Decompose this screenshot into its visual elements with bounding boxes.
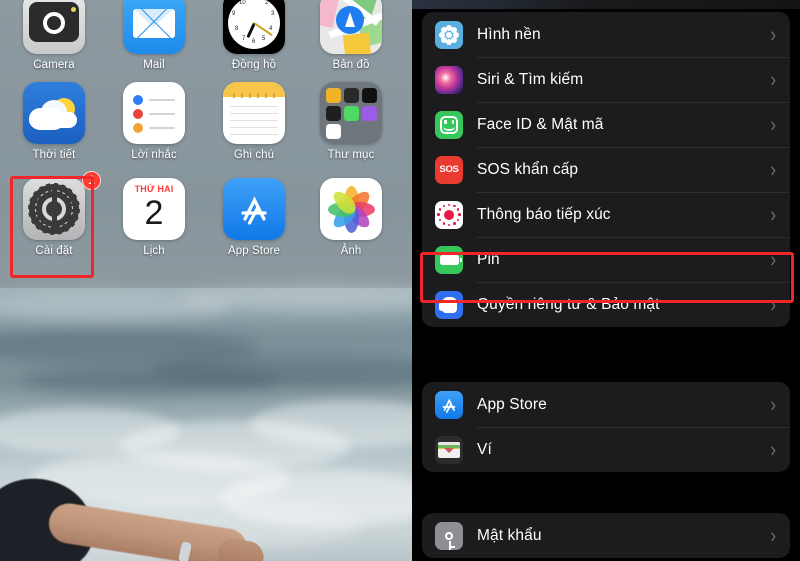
- app-mail[interactable]: Mail: [105, 0, 203, 71]
- app-label: Camera: [33, 59, 75, 71]
- calendar-day: 2: [144, 194, 164, 232]
- battery-icon: [435, 245, 463, 274]
- settings-row-label: Ví: [477, 440, 492, 458]
- settings-row-label: SOS khẩn cấp: [477, 160, 579, 178]
- chevron-right-icon: ›: [770, 112, 776, 137]
- settings-row-label: Hình nền: [477, 25, 541, 43]
- app-label: Đồng hồ: [231, 59, 277, 71]
- photos-icon: [320, 178, 382, 240]
- ios-home-screen: Camera Mail 10 2 93 84 765 Đồng hồ Bản đ…: [0, 0, 412, 561]
- settings-row-face-id[interactable]: Face ID & Mật mã ›: [422, 102, 790, 147]
- settings-row-wallet[interactable]: Ví ›: [422, 427, 790, 472]
- settings-group-store: App Store › Ví ›: [422, 382, 790, 472]
- settings-row-label: App Store: [477, 395, 547, 413]
- clock-icon: 10 2 93 84 765: [223, 0, 285, 54]
- settings-row-wallpaper[interactable]: Hình nền ›: [422, 12, 790, 57]
- chevron-right-icon: ›: [770, 22, 776, 47]
- settings-gear-icon: [23, 178, 85, 240]
- app-store-icon: [435, 390, 463, 419]
- mail-icon: [123, 0, 185, 54]
- chevron-right-icon: ›: [770, 157, 776, 182]
- chevron-right-icon: ›: [770, 67, 776, 92]
- app-folder[interactable]: Thư mục: [302, 82, 400, 161]
- privacy-hand-icon: [435, 290, 463, 319]
- notes-icon: [223, 82, 285, 144]
- face-id-icon: [435, 110, 463, 139]
- folder-icon: [320, 82, 382, 144]
- wallet-icon: [435, 435, 463, 464]
- sos-icon-text: SOS: [439, 164, 459, 175]
- app-label: App Store: [227, 245, 281, 257]
- exposure-notification-icon: [435, 200, 463, 229]
- app-label: Thư mục: [327, 149, 375, 161]
- app-app-store[interactable]: App Store: [205, 178, 303, 257]
- settings-row-battery[interactable]: Pin ›: [422, 237, 790, 282]
- wallpaper-icon: [435, 20, 463, 49]
- passwords-key-icon: [435, 521, 463, 550]
- settings-row-label: Siri & Tìm kiếm: [477, 70, 584, 88]
- app-calendar[interactable]: THỨ HAI 2 Lịch: [105, 178, 203, 257]
- chevron-right-icon: ›: [770, 437, 776, 462]
- maps-icon: [320, 0, 382, 54]
- app-label: Cài đặt: [35, 245, 73, 257]
- app-label: Mail: [143, 59, 165, 71]
- chevron-right-icon: ›: [770, 202, 776, 227]
- app-notes[interactable]: Ghi chú: [205, 82, 303, 161]
- reminders-icon: [123, 82, 185, 144]
- app-maps[interactable]: Bản đồ: [302, 0, 400, 71]
- settings-row-label: Face ID & Mật mã: [477, 115, 604, 133]
- siri-icon: [435, 65, 463, 94]
- settings-row-label: Pin: [477, 250, 500, 268]
- app-grid: Camera Mail 10 2 93 84 765 Đồng hồ Bản đ…: [0, 0, 412, 300]
- calendar-icon: THỨ HAI 2: [123, 178, 185, 240]
- settings-group-primary: Hình nền › Siri & Tìm kiếm › Face ID & M…: [422, 12, 790, 327]
- settings-panel: Hình nền › Siri & Tìm kiếm › Face ID & M…: [412, 0, 800, 561]
- app-label: Ảnh: [340, 245, 362, 257]
- app-label: Bản đồ: [332, 59, 370, 71]
- app-settings[interactable]: 1 Cài đặt: [5, 171, 103, 257]
- chevron-right-icon: ›: [770, 523, 776, 548]
- settings-row-label: Thông báo tiếp xúc: [477, 205, 611, 223]
- app-weather[interactable]: Thời tiết: [5, 82, 103, 161]
- settings-row-label: Mật khẩu: [477, 526, 542, 544]
- sos-icon: SOS: [435, 155, 463, 184]
- camera-icon: [23, 0, 85, 54]
- chevron-right-icon: ›: [770, 292, 776, 317]
- chevron-right-icon: ›: [770, 247, 776, 272]
- app-label: Lời nhắc: [131, 149, 177, 161]
- settings-row-passwords[interactable]: Mật khẩu ›: [422, 513, 790, 558]
- app-photos[interactable]: Ảnh: [302, 178, 400, 257]
- app-label: Thời tiết: [32, 149, 76, 161]
- notification-badge: 1: [82, 171, 101, 190]
- settings-group-passwords: Mật khẩu ›: [422, 513, 790, 558]
- app-camera[interactable]: Camera: [5, 0, 103, 71]
- status-bar-strip: [412, 0, 800, 9]
- settings-row-privacy-security[interactable]: Quyền riêng tư & Bảo mật ›: [422, 282, 790, 327]
- settings-row-siri[interactable]: Siri & Tìm kiếm ›: [422, 57, 790, 102]
- app-label: Ghi chú: [233, 149, 275, 161]
- chevron-right-icon: ›: [770, 392, 776, 417]
- settings-row-label: Quyền riêng tư & Bảo mật: [477, 295, 660, 313]
- app-reminders[interactable]: Lời nhắc: [105, 82, 203, 161]
- app-clock[interactable]: 10 2 93 84 765 Đồng hồ: [205, 0, 303, 71]
- settings-row-app-store[interactable]: App Store ›: [422, 382, 790, 427]
- app-label: Lịch: [143, 245, 165, 257]
- weather-icon: [23, 82, 85, 144]
- settings-row-exposure-notifications[interactable]: Thông báo tiếp xúc ›: [422, 192, 790, 237]
- app-store-icon: [223, 178, 285, 240]
- settings-row-emergency-sos[interactable]: SOS SOS khẩn cấp ›: [422, 147, 790, 192]
- screenshot-root: Camera Mail 10 2 93 84 765 Đồng hồ Bản đ…: [0, 0, 800, 561]
